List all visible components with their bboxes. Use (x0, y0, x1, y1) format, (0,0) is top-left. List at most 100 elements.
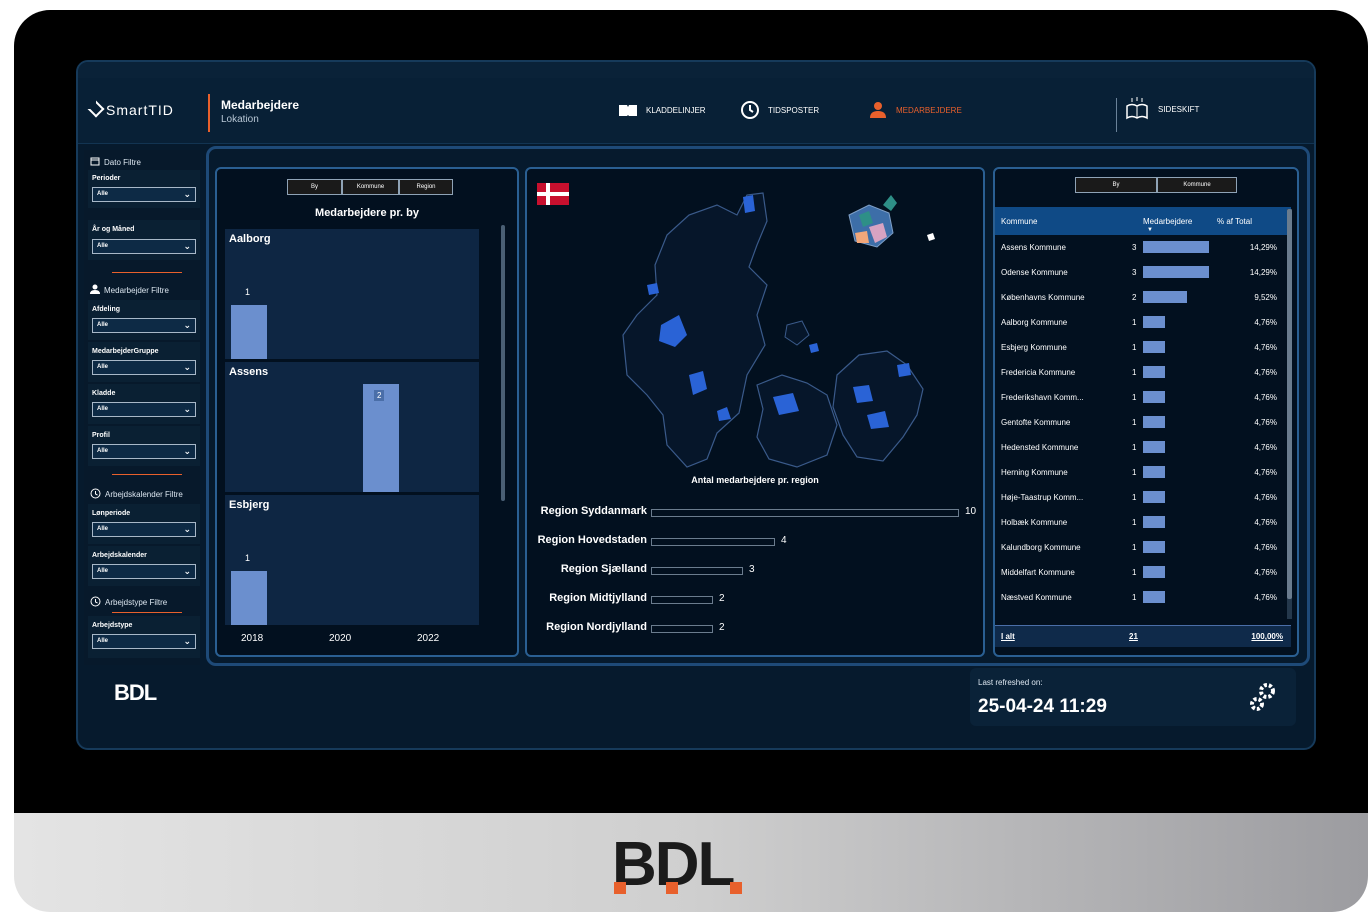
segment-region[interactable]: Region (399, 179, 453, 195)
table-row[interactable]: Hedensted Kommune 1 4,76% (999, 435, 1285, 460)
table-row[interactable]: Københavns Kommune 2 9,52% (999, 285, 1285, 310)
city-name: Assens (229, 366, 269, 378)
col-medarbejdere[interactable]: Medarbejdere (1143, 217, 1192, 226)
arbejdskalender-label: Arbejdskalender (92, 552, 147, 559)
loenperiode-label: Lønperiode (92, 510, 131, 517)
page-subtitle: Lokation (221, 114, 259, 125)
denmark-map[interactable] (597, 175, 967, 475)
city-small-multiple: Assens 2 (225, 362, 479, 492)
kommune-cell: Næstved Kommune (1001, 593, 1072, 602)
kommune-cell: Odense Kommune (1001, 268, 1068, 277)
denmark-flag-icon (537, 183, 569, 205)
region-value: 2 (719, 593, 725, 604)
nav-sideskift[interactable]: SIDESKIFT (1124, 96, 1199, 122)
profil-select[interactable]: Alle ⌄ (92, 444, 196, 459)
pct-cell: 9,52% (1254, 293, 1277, 302)
count-cell: 1 (1132, 593, 1137, 602)
count-bar (1143, 566, 1165, 578)
pct-cell: 14,29% (1249, 243, 1277, 252)
city-scrollbar[interactable] (501, 225, 505, 501)
segment-by[interactable]: By (287, 179, 342, 195)
clock-icon (90, 488, 101, 501)
region-label: Region Hovedstaden (537, 534, 647, 546)
city-bar (231, 571, 267, 625)
city-segment-control: By Kommune Region (287, 179, 453, 195)
aar-maaned-label: År og Måned (92, 226, 135, 233)
pct-cell: 4,76% (1254, 443, 1277, 452)
table-row[interactable]: Esbjerg Kommune 1 4,76% (999, 335, 1285, 360)
kommune-cell: Middelfart Kommune (1001, 568, 1075, 577)
count-cell: 1 (1132, 418, 1137, 427)
pct-cell: 4,76% (1254, 418, 1277, 427)
afdeling-select[interactable]: Alle ⌄ (92, 318, 196, 333)
pct-cell: 4,76% (1254, 468, 1277, 477)
count-bar (1143, 466, 1165, 478)
arbejdskalender-select[interactable]: Alle ⌄ (92, 564, 196, 579)
aar-maaned-select[interactable]: Alle ⌄ (92, 239, 196, 254)
x-tick-label: 2022 (417, 633, 440, 644)
settings-gear-icon[interactable] (1246, 680, 1280, 719)
table-scrollbar[interactable] (1287, 209, 1292, 619)
count-bar (1143, 241, 1209, 253)
nav-tidsposter[interactable]: TIDSPOSTER (740, 101, 819, 119)
report-canvas: By Kommune Region Medarbejdere pr. by Aa… (206, 146, 1310, 666)
arbejdstype-label: Arbejdstype (92, 622, 133, 629)
chevron-down-icon: ⌄ (183, 524, 191, 534)
kommune-segment-control: By Kommune (1075, 177, 1237, 193)
kladde-select[interactable]: Alle ⌄ (92, 402, 196, 417)
kommune-cell: Gentofte Kommune (1001, 418, 1071, 427)
segment-kommune[interactable]: Kommune (342, 179, 399, 195)
table-row[interactable]: Kalundborg Kommune 1 4,76% (999, 535, 1285, 560)
bdl-brand-logo: BDL (612, 832, 792, 898)
col-pct-total[interactable]: % af Total (1217, 217, 1252, 226)
nav-kladdelinjer[interactable]: KLADDELINJER (618, 102, 706, 118)
table-row[interactable]: Aalborg Kommune 1 4,76% (999, 310, 1285, 335)
gruppe-select[interactable]: Alle ⌄ (92, 360, 196, 375)
kommune-cell: Københavns Kommune (1001, 293, 1085, 302)
region-value: 3 (749, 564, 755, 575)
loenperiode-select[interactable]: Alle ⌄ (92, 522, 196, 537)
kommune-cell: Assens Kommune (1001, 243, 1066, 252)
pct-cell: 4,76% (1254, 568, 1277, 577)
total-count: 21 (1129, 632, 1138, 641)
kommune-cell: Aalborg Kommune (1001, 318, 1068, 327)
kommune-cell: Holbæk Kommune (1001, 518, 1068, 527)
table-row[interactable]: Næstved Kommune 1 4,76% (999, 585, 1285, 610)
table-row[interactable]: Frederikshavn Komm... 1 4,76% (999, 385, 1285, 410)
count-cell: 1 (1132, 468, 1137, 477)
table-row[interactable]: Middelfart Kommune 1 4,76% (999, 560, 1285, 585)
total-pct: 100,00% (1251, 632, 1283, 641)
smarttid-mark-icon (87, 100, 105, 118)
chevron-down-icon: ⌄ (183, 241, 191, 251)
region-map-panel: Antal medarbejdere pr. region Region Syd… (525, 167, 985, 657)
refresh-box: Last refreshed on: 25-04-24 11:29 (970, 668, 1296, 726)
col-kommune[interactable]: Kommune (1001, 217, 1037, 226)
segment-by[interactable]: By (1075, 177, 1157, 193)
sidebar-separator (112, 612, 182, 613)
filter-sidebar: Dato Filtre Perioder Alle ⌄ År og Måned A… (84, 150, 200, 665)
count-bar (1143, 391, 1165, 403)
table-row[interactable]: Holbæk Kommune 1 4,76% (999, 510, 1285, 535)
total-label: I alt (1001, 632, 1015, 641)
kommune-cell: Kalundborg Kommune (1001, 543, 1081, 552)
perioder-select[interactable]: Alle ⌄ (92, 187, 196, 202)
arbejdstype-select[interactable]: Alle ⌄ (92, 634, 196, 649)
dato-filter-section: Dato Filtre (90, 156, 141, 168)
nav-medarbejdere[interactable]: MEDARBEJDERE (868, 102, 962, 118)
count-cell: 1 (1132, 568, 1137, 577)
table-row[interactable]: Odense Kommune 3 14,29% (999, 260, 1285, 285)
report-screen: SmartTID Medarbejdere Lokation KLADDELIN… (76, 60, 1316, 750)
x-tick-label: 2020 (329, 633, 352, 644)
header-divider (208, 94, 210, 132)
segment-kommune[interactable]: Kommune (1157, 177, 1237, 193)
region-bar (651, 625, 713, 633)
table-row[interactable]: Høje-Taastrup Komm... 1 4,76% (999, 485, 1285, 510)
person-icon (90, 284, 100, 296)
table-row[interactable]: Herning Kommune 1 4,76% (999, 460, 1285, 485)
table-row[interactable]: Gentofte Kommune 1 4,76% (999, 410, 1285, 435)
count-bar (1143, 366, 1165, 378)
region-bar (651, 567, 743, 575)
table-row[interactable]: Assens Kommune 3 14,29% (999, 235, 1285, 260)
region-value: 4 (781, 535, 787, 546)
table-row[interactable]: Fredericia Kommune 1 4,76% (999, 360, 1285, 385)
